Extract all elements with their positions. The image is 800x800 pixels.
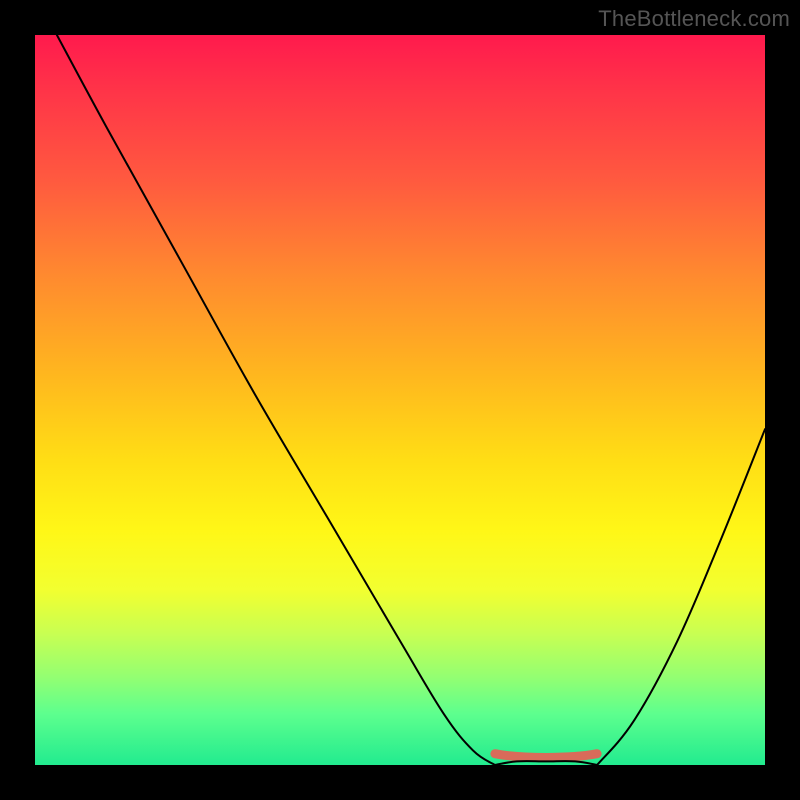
bottleneck-curve [57,35,765,765]
plot-area [35,35,765,765]
watermark-text: TheBottleneck.com [598,6,790,32]
trough-marker [495,754,597,758]
chart-frame: TheBottleneck.com [0,0,800,800]
curve-layer [35,35,765,765]
